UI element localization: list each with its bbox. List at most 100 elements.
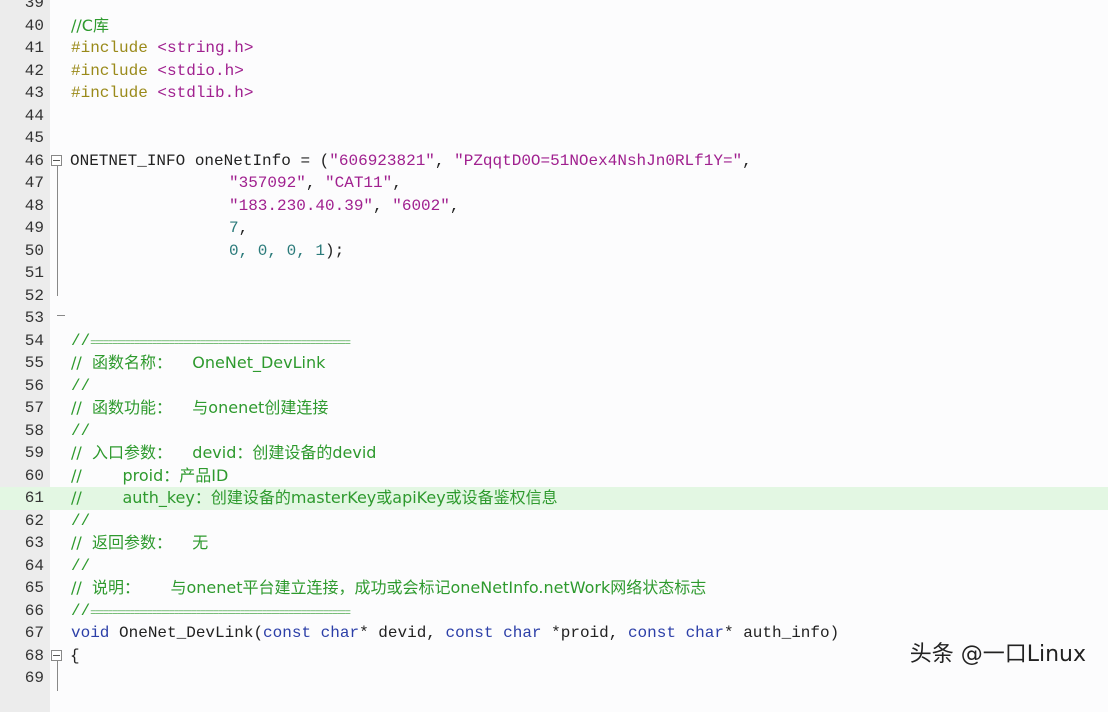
- line-number: 60: [24, 466, 44, 485]
- line-number: 59: [24, 444, 44, 462]
- line-number: 68: [24, 646, 44, 665]
- parameter: * auth_info): [723, 624, 840, 642]
- comment: // proid：产品ID: [71, 465, 229, 485]
- code-line[interactable]: 56 //: [0, 375, 1108, 398]
- code-line[interactable]: 49 7,: [0, 217, 1108, 240]
- comment-separator: ========================================…: [90, 607, 351, 618]
- comment: // 返回参数： 无: [71, 533, 209, 552]
- code-line[interactable]: 39: [0, 0, 1108, 15]
- code-line[interactable]: 59 // 入口参数： devid：创建设备的devid: [0, 442, 1108, 465]
- code-line[interactable]: 65 // 说明： 与onenet平台建立连接，成功或会标记oneNetInfo.…: [0, 577, 1108, 600]
- comment-separator: ========================================…: [90, 337, 351, 348]
- code-line[interactable]: 51: [0, 262, 1108, 285]
- line-number: 53: [24, 309, 44, 327]
- string-literal: "606923821": [329, 151, 435, 170]
- line-number: 55: [24, 354, 44, 372]
- keyword: const: [627, 624, 676, 642]
- string-literal: "357092": [229, 174, 306, 192]
- open-paren: (: [319, 151, 330, 170]
- code-line[interactable]: 46 ONETNET_INFO oneNetInfo = ("606923821"…: [0, 150, 1108, 296]
- comment: // 函数功能： 与onenet创建连接: [71, 398, 329, 417]
- operator: =: [300, 151, 311, 170]
- string-literal: "6002": [392, 196, 450, 215]
- code-line[interactable]: 42 #include <stdio.h>: [0, 60, 1108, 83]
- code-line[interactable]: 47 "357092", "CAT11",: [0, 172, 1108, 195]
- function-name: OneNet_DevLink(: [119, 624, 264, 642]
- keyword: const: [263, 624, 312, 642]
- current-line-highlighted[interactable]: 61 // auth_key：创建设备的masterKey或apiKey或设备鉴权…: [0, 487, 1108, 510]
- fold-collapse-icon[interactable]: [51, 649, 62, 661]
- type-name: ONETNET_INFO: [70, 151, 186, 170]
- code-line[interactable]: 66 //====================================…: [0, 600, 1108, 623]
- line-number: 67: [24, 624, 44, 642]
- comment: //: [71, 331, 91, 350]
- fold-collapse-icon[interactable]: [51, 154, 62, 166]
- comment: //: [71, 511, 91, 530]
- include-header: <stdlib.h>: [157, 84, 254, 102]
- code-line[interactable]: 69: [0, 667, 1108, 690]
- code-line[interactable]: 48 "183.230.40.39", "6002",: [0, 195, 1108, 218]
- comment: //: [71, 601, 91, 620]
- code-line[interactable]: 45: [0, 127, 1108, 150]
- keyword: char: [685, 624, 724, 642]
- code-line[interactable]: 41 #include <string.h>: [0, 37, 1108, 60]
- line-number: 45: [24, 129, 44, 147]
- close-paren: );: [325, 241, 345, 260]
- keyword: void: [71, 624, 110, 642]
- string-literal: "PZqqtD0O=51NOex4NshJn0RLf1Y=": [454, 151, 743, 170]
- watermark: 头条 @一口Linux: [909, 642, 1086, 667]
- line-number: 66: [24, 601, 44, 620]
- line-number: 40: [24, 16, 44, 35]
- fold-end-marker: [57, 315, 65, 316]
- code-line[interactable]: 58 //: [0, 420, 1108, 443]
- line-number: 41: [24, 39, 44, 57]
- variable-name: oneNetInfo: [194, 151, 291, 170]
- code-line[interactable]: 64 //: [0, 555, 1108, 578]
- line-number: 69: [24, 669, 44, 687]
- code-line[interactable]: 57 // 函数功能： 与onenet创建连接: [0, 397, 1108, 420]
- code-line[interactable]: 60 // proid：产品ID: [0, 465, 1108, 488]
- code-line[interactable]: 40 //C库: [0, 15, 1108, 38]
- line-number: 65: [24, 579, 44, 597]
- line-number: 58: [24, 421, 44, 440]
- keyword: char: [503, 624, 542, 642]
- comment: // 入口参数： devid：创建设备的devid: [71, 443, 377, 462]
- line-number: 49: [24, 219, 44, 237]
- line-number: 54: [24, 331, 44, 350]
- include-header: <stdio.h>: [157, 61, 244, 80]
- code-line[interactable]: 43 #include <stdlib.h>: [0, 82, 1108, 105]
- line-number: 46: [24, 151, 44, 170]
- code-line[interactable]: 44: [0, 105, 1108, 128]
- comment: // 函数名称： OneNet_DevLink: [71, 353, 326, 372]
- comment: //: [71, 376, 91, 395]
- number-literal: 7: [229, 219, 239, 237]
- line-number: 64: [24, 556, 44, 575]
- keyword: const: [445, 624, 494, 642]
- line-number: 56: [24, 376, 44, 395]
- line-number: 44: [24, 106, 44, 125]
- code-line[interactable]: 54 //====================================…: [0, 330, 1108, 353]
- line-number: 61: [24, 489, 44, 507]
- comment: //: [71, 556, 91, 575]
- comment: //: [71, 421, 91, 440]
- code-line[interactable]: 63 // 返回参数： 无: [0, 532, 1108, 555]
- string-literal: "183.230.40.39": [229, 196, 374, 215]
- comment: //C库: [71, 15, 109, 35]
- preprocessor-directive: #include: [71, 61, 148, 80]
- preprocessor-directive: #include: [71, 39, 148, 57]
- line-number: 43: [24, 84, 44, 102]
- string-literal: "CAT11": [325, 174, 393, 192]
- parameter: * devid,: [359, 624, 446, 642]
- keyword: char: [320, 624, 360, 642]
- preprocessor-directive: #include: [71, 84, 148, 102]
- line-number: 50: [24, 241, 44, 260]
- line-number: 42: [24, 61, 44, 80]
- code-editor[interactable]: 39 40 //C库 41 #include <string.h> 42 #inclu…: [0, 0, 1108, 712]
- code-line[interactable]: 55 // 函数名称： OneNet_DevLink: [0, 352, 1108, 375]
- code-line[interactable]: 50 0, 0, 0, 1);: [0, 240, 1108, 263]
- code-line[interactable]: 52: [0, 285, 1108, 308]
- include-header: <string.h>: [157, 39, 254, 57]
- code-line[interactable]: 62 //: [0, 510, 1108, 533]
- line-number: 62: [24, 511, 44, 530]
- code-line[interactable]: 53: [0, 307, 1108, 330]
